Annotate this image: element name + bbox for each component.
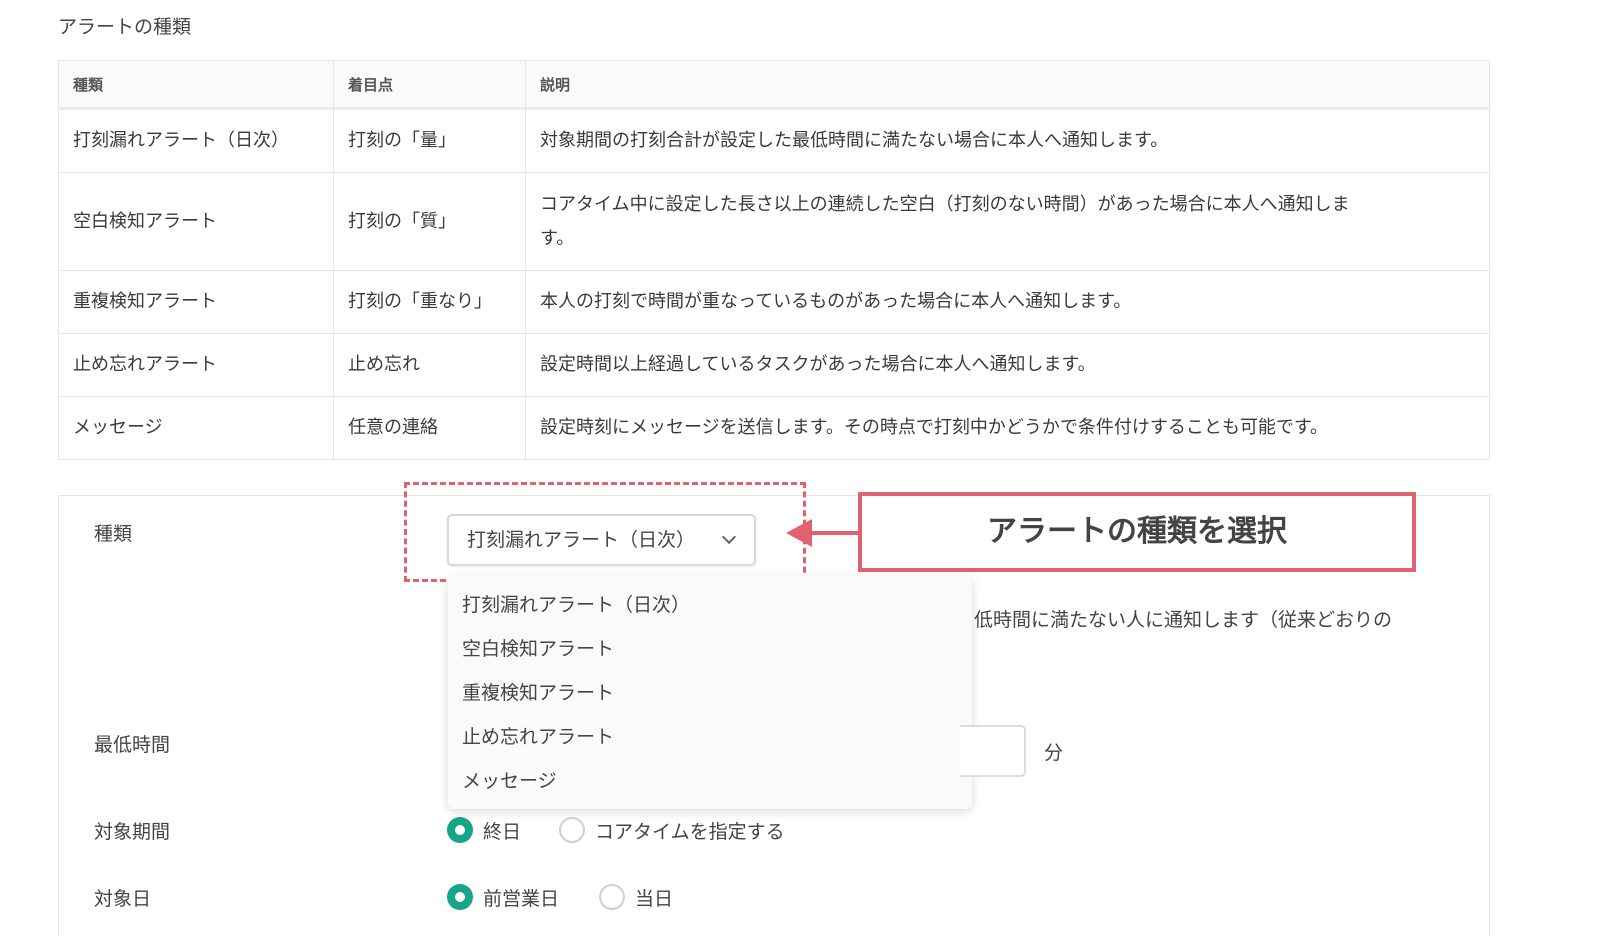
chevron-down-icon: [721, 529, 737, 545]
column-header-description: 説明: [525, 60, 1490, 110]
cell-focus: 止め忘れ: [333, 333, 526, 397]
callout-arrow-line: [810, 531, 860, 535]
min-time-input[interactable]: [960, 725, 1026, 777]
period-radio-core-time[interactable]: [559, 817, 585, 843]
cell-type: 空白検知アラート: [58, 172, 334, 271]
table-header-row: 種類 着目点 説明: [58, 60, 1490, 110]
alert-type-select-value: 打刻漏れアラート（日次）: [467, 529, 696, 551]
alert-types-table: 種類 着目点 説明 打刻漏れアラート（日次） 打刻の「量」 対象期間の打刻合計が…: [58, 60, 1490, 460]
table-row: 止め忘れアラート 止め忘れ 設定時間以上経過しているタスクがあった場合に本人へ通…: [58, 333, 1490, 397]
min-time-unit: 分: [1044, 742, 1064, 764]
table-row: 打刻漏れアラート（日次） 打刻の「量」 対象期間の打刻合計が設定した最低時間に満…: [58, 108, 1490, 173]
alert-type-select[interactable]: 打刻漏れアラート（日次）: [447, 514, 756, 566]
period-radio-core-time-label: コアタイムを指定する: [595, 821, 785, 843]
target-radio-today[interactable]: [599, 884, 625, 910]
cell-description: 対象期間の打刻合計が設定した最低時間に満たない場合に本人へ通知します。: [525, 108, 1490, 173]
cell-description: 本人の打刻で時間が重なっているものがあった場合に本人へ通知します。: [525, 270, 1490, 334]
dropdown-option-daily-missing[interactable]: 打刻漏れアラート（日次）: [462, 590, 690, 617]
column-header-type: 種類: [58, 60, 334, 110]
cell-description: 設定時間以上経過しているタスクがあった場合に本人へ通知します。: [525, 333, 1490, 397]
period-radio-all-day-label: 終日: [483, 821, 522, 843]
cell-type: 重複検知アラート: [58, 270, 334, 334]
dropdown-option-message[interactable]: メッセージ: [462, 766, 557, 793]
annotation-callout: アラートの種類を選択: [858, 492, 1416, 572]
target-radio-today-label: 当日: [635, 888, 674, 910]
column-header-focus: 着目点: [333, 60, 526, 110]
min-time-label: 最低時間: [94, 734, 171, 756]
type-description-text: 低時間に満たない人に通知します（従来どおりの: [974, 609, 1393, 631]
cell-description: コアタイム中に設定した長さ以上の連続した空白（打刻のない時間）があった場合に本人…: [525, 172, 1490, 271]
cell-focus: 打刻の「重なり」: [333, 270, 526, 334]
table-row: 空白検知アラート 打刻の「質」 コアタイム中に設定した長さ以上の連続した空白（打…: [58, 172, 1490, 271]
target-day-label: 対象日: [94, 888, 152, 910]
period-radio-all-day[interactable]: [447, 817, 473, 843]
period-label: 対象期間: [94, 821, 171, 843]
target-radio-prev-day[interactable]: [447, 884, 473, 910]
cell-description-line2: す。: [540, 227, 575, 249]
target-radio-prev-day-label: 前営業日: [483, 888, 560, 910]
section-title: アラートの種類: [58, 16, 192, 38]
type-field-label: 種類: [94, 523, 133, 545]
cell-description: 設定時刻にメッセージを送信します。その時点で打刻中かどうかで条件付けすることも可…: [525, 396, 1490, 460]
cell-description-line1: コアタイム中に設定した長さ以上の連続した空白（打刻のない時間）があった場合に本人…: [540, 193, 1350, 215]
cell-type: 打刻漏れアラート（日次）: [58, 108, 334, 173]
dropdown-option-forgot-stop[interactable]: 止め忘れアラート: [462, 722, 614, 749]
dropdown-option-gap-detection[interactable]: 空白検知アラート: [462, 634, 614, 661]
alert-type-dropdown: 打刻漏れアラート（日次） 空白検知アラート 重複検知アラート 止め忘れアラート …: [448, 575, 972, 809]
table-row: メッセージ 任意の連絡 設定時刻にメッセージを送信します。その時点で打刻中かどう…: [58, 396, 1490, 460]
cell-type: 止め忘れアラート: [58, 333, 334, 397]
cell-focus: 打刻の「質」: [333, 172, 526, 271]
cell-focus: 打刻の「量」: [333, 108, 526, 173]
cell-type: メッセージ: [58, 396, 334, 460]
cell-focus: 任意の連絡: [333, 396, 526, 460]
dropdown-option-overlap-detection[interactable]: 重複検知アラート: [462, 678, 614, 705]
callout-arrow-head: [786, 519, 812, 547]
table-row: 重複検知アラート 打刻の「重なり」 本人の打刻で時間が重なっているものがあった場…: [58, 270, 1490, 334]
